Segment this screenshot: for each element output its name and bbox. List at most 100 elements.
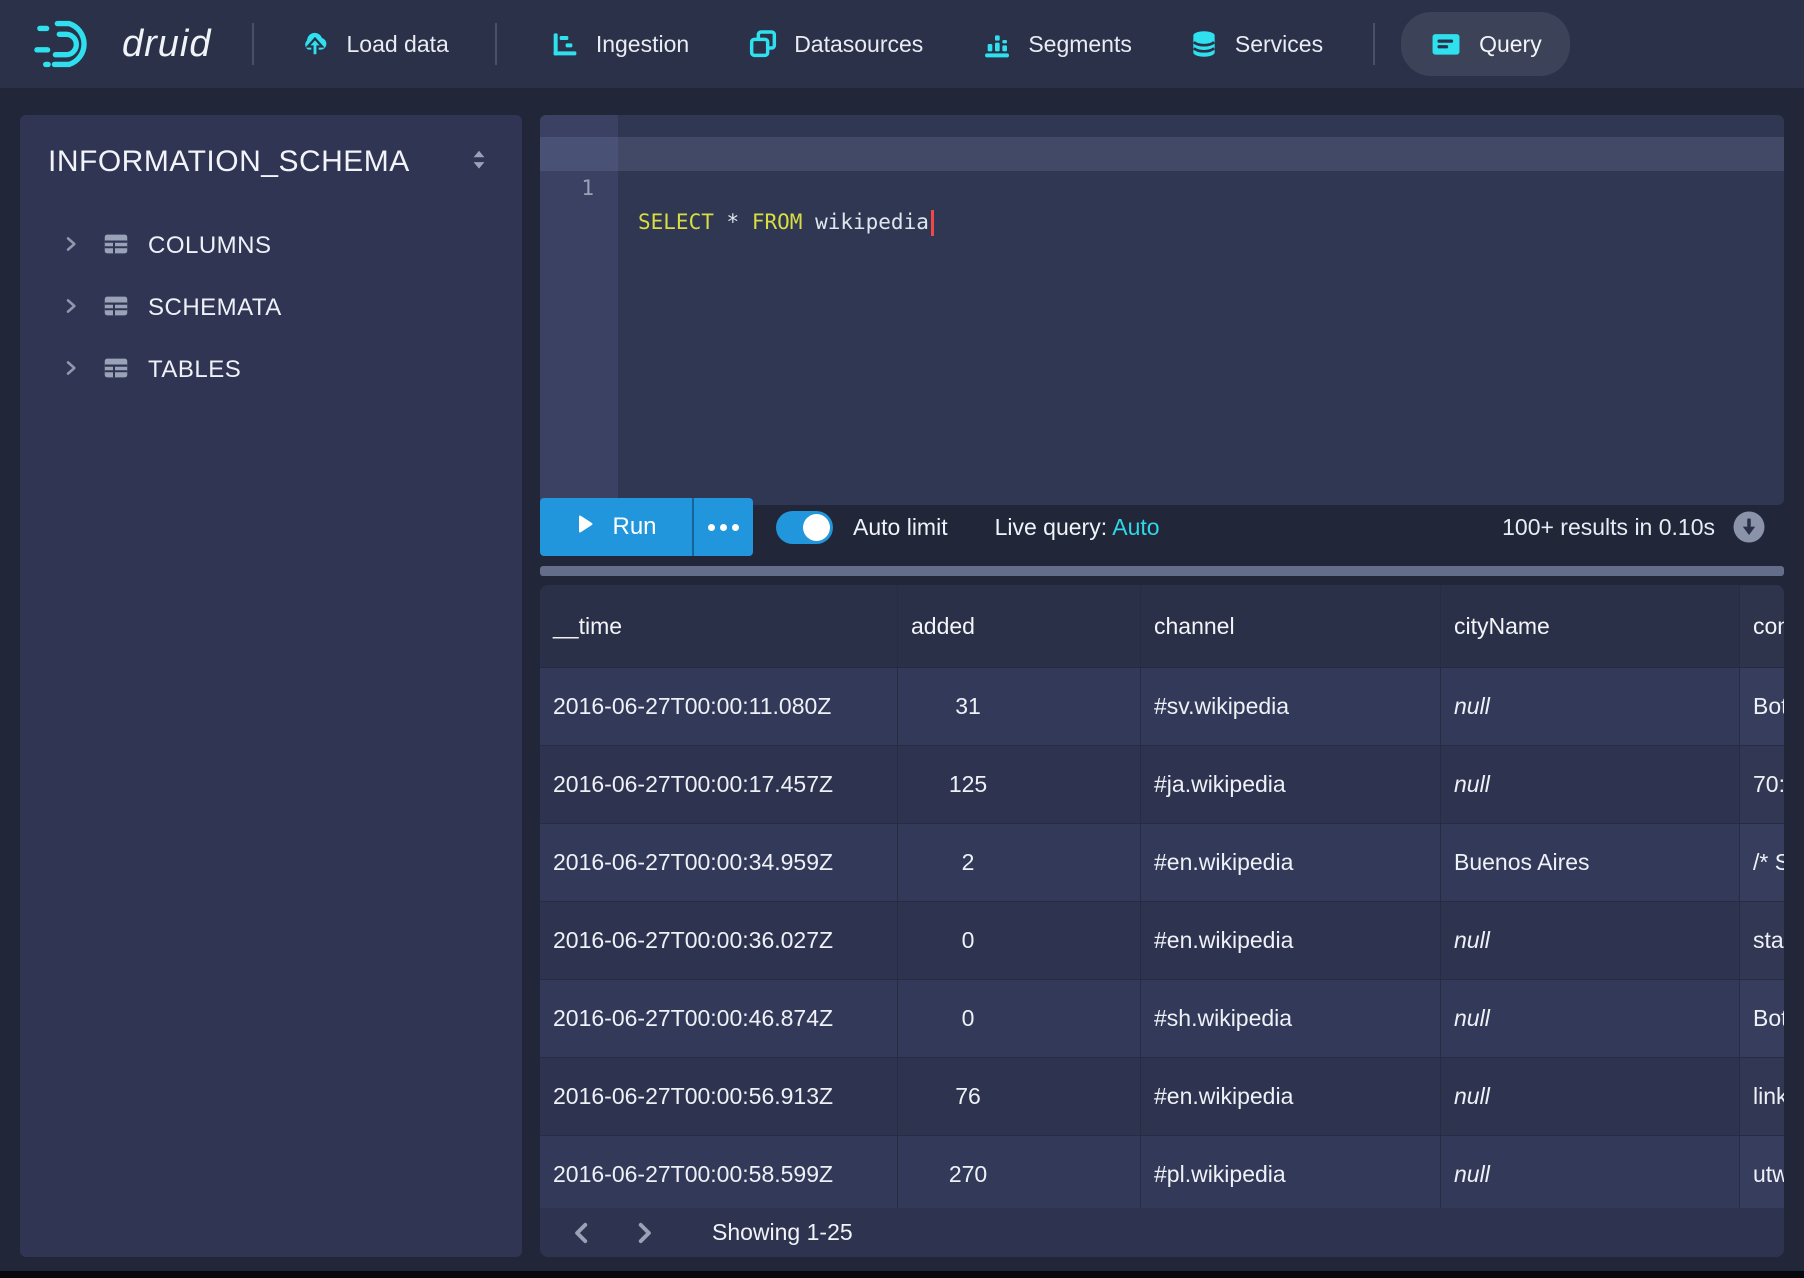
cell-cityname[interactable]: null <box>1441 746 1740 823</box>
nav-item-load-data[interactable]: Load data <box>298 27 449 61</box>
column-header-channel[interactable]: channel <box>1141 585 1441 667</box>
tree-item-label: SCHEMATA <box>148 294 282 322</box>
cell-comment[interactable]: Bot <box>1740 980 1784 1057</box>
table-icon <box>100 229 132 264</box>
column-header-comment[interactable]: comment <box>1740 585 1784 667</box>
cell-channel[interactable]: #ja.wikipedia <box>1141 746 1441 823</box>
cell-comment[interactable]: sta <box>1740 902 1784 979</box>
druid-logo[interactable]: druid <box>34 17 212 71</box>
chevron-right-icon <box>62 357 80 384</box>
table-icon <box>100 291 132 326</box>
cell-time[interactable]: 2016-06-27T00:00:36.027Z <box>540 902 898 979</box>
cell-added[interactable]: 0 <box>898 980 1141 1057</box>
cell-time[interactable]: 2016-06-27T00:00:11.080Z <box>540 668 898 745</box>
cell-cityname[interactable]: null <box>1441 902 1740 979</box>
druid-logo-icon <box>34 17 106 71</box>
tree-item-tables[interactable]: TABLES <box>20 339 522 401</box>
nav-item-ingestion[interactable]: Ingestion <box>549 28 689 60</box>
nav-item-label: Services <box>1235 31 1323 58</box>
cell-cityname[interactable]: null <box>1441 1058 1740 1135</box>
cell-comment[interactable]: utw <box>1740 1136 1784 1213</box>
auto-limit-toggle[interactable] <box>776 511 833 544</box>
cell-time[interactable]: 2016-06-27T00:00:17.457Z <box>540 746 898 823</box>
double-caret-vertical-icon[interactable] <box>466 146 492 179</box>
cell-added[interactable]: 31 <box>898 668 1141 745</box>
cell-comment[interactable]: Bot <box>1740 668 1784 745</box>
query-toolbar: Run Auto limit Live query: Auto 100+ res… <box>540 498 1784 556</box>
sql-star: * <box>727 210 740 234</box>
column-header-added[interactable]: added <box>898 585 1141 667</box>
sql-keyword: FROM <box>752 210 803 234</box>
schema-sidebar: INFORMATION_SCHEMA COLUMNS <box>20 115 522 1257</box>
cell-channel[interactable]: #en.wikipedia <box>1141 824 1441 901</box>
table-row: 2016-06-27T00:00:17.457Z 125 #ja.wikiped… <box>540 746 1784 824</box>
cell-channel[interactable]: #sv.wikipedia <box>1141 668 1441 745</box>
editor-line-1: 1 SELECT * FROM wikipedia <box>540 137 1784 171</box>
cell-comment[interactable]: link <box>1740 1058 1784 1135</box>
prev-page-button[interactable] <box>562 1213 602 1253</box>
tree-item-label: TABLES <box>148 356 241 384</box>
cell-time[interactable]: 2016-06-27T00:00:46.874Z <box>540 980 898 1057</box>
live-query-value[interactable]: Auto <box>1112 514 1159 540</box>
cell-added[interactable]: 76 <box>898 1058 1141 1135</box>
nav-divider <box>252 23 254 65</box>
cell-added[interactable]: 2 <box>898 824 1141 901</box>
cell-channel[interactable]: #en.wikipedia <box>1141 1058 1441 1135</box>
schema-selector[interactable]: INFORMATION_SCHEMA <box>20 115 522 189</box>
cell-cityname[interactable]: null <box>1441 980 1740 1057</box>
toggle-knob <box>803 514 830 541</box>
nav-item-label: Ingestion <box>596 31 689 58</box>
cell-channel[interactable]: #en.wikipedia <box>1141 902 1441 979</box>
nav-item-label: Datasources <box>794 31 923 58</box>
schema-title: INFORMATION_SCHEMA <box>48 145 410 179</box>
nav-divider <box>495 23 497 65</box>
run-more-button[interactable] <box>692 498 753 556</box>
nav-item-services[interactable]: Services <box>1188 28 1323 60</box>
chevron-right-icon <box>62 295 80 322</box>
pagination-status: Showing 1-25 <box>712 1219 853 1246</box>
cell-time[interactable]: 2016-06-27T00:00:58.599Z <box>540 1136 898 1213</box>
tree-item-columns[interactable]: COLUMNS <box>20 215 522 277</box>
auto-limit-label: Auto limit <box>853 514 948 541</box>
ellipsis-icon <box>708 524 715 531</box>
cell-time[interactable]: 2016-06-27T00:00:56.913Z <box>540 1058 898 1135</box>
download-results-button[interactable] <box>1732 510 1766 544</box>
cell-added[interactable]: 0 <box>898 902 1141 979</box>
cell-cityname[interactable]: null <box>1441 1136 1740 1213</box>
console-icon <box>1429 27 1463 61</box>
cell-cityname[interactable]: null <box>1441 668 1740 745</box>
chevron-right-icon <box>62 233 80 260</box>
nav-divider <box>1373 23 1375 65</box>
run-button-label: Run <box>612 513 656 541</box>
cell-time[interactable]: 2016-06-27T00:00:34.959Z <box>540 824 898 901</box>
cell-channel[interactable]: #sh.wikipedia <box>1141 980 1441 1057</box>
sql-editor[interactable]: 1 SELECT * FROM wikipedia <box>540 115 1784 505</box>
results-panel: __time added channel cityName comment 20… <box>540 585 1784 1257</box>
table-row: 2016-06-27T00:00:46.874Z 0 #sh.wikipedia… <box>540 980 1784 1058</box>
tree-item-label: COLUMNS <box>148 232 272 260</box>
cell-added[interactable]: 270 <box>898 1136 1141 1213</box>
nav-item-datasources[interactable]: Datasources <box>747 28 923 60</box>
stacked-squares-icon <box>747 28 779 60</box>
line-number: 1 <box>540 171 618 205</box>
nav-item-query[interactable]: Query <box>1401 12 1570 76</box>
table-row: 2016-06-27T00:00:34.959Z 2 #en.wikipedia… <box>540 824 1784 902</box>
cell-comment[interactable]: /* S <box>1740 824 1784 901</box>
gantt-chart-icon <box>549 28 581 60</box>
cell-added[interactable]: 125 <box>898 746 1141 823</box>
cell-cityname[interactable]: Buenos Aires <box>1441 824 1740 901</box>
tree-item-schemata[interactable]: SCHEMATA <box>20 277 522 339</box>
cell-channel[interactable]: #pl.wikipedia <box>1141 1136 1441 1213</box>
pane-splitter[interactable] <box>540 566 1784 576</box>
cell-comment[interactable]: 70: <box>1740 746 1784 823</box>
column-header-cityname[interactable]: cityName <box>1441 585 1740 667</box>
schema-tree: COLUMNS SCHEMATA <box>20 215 522 401</box>
run-button[interactable]: Run <box>540 498 692 556</box>
bar-chart-icon <box>981 28 1013 60</box>
next-page-button[interactable] <box>624 1213 664 1253</box>
column-header-time[interactable]: __time <box>540 585 898 667</box>
sql-identifier: wikipedia <box>815 210 929 234</box>
nav-item-segments[interactable]: Segments <box>981 28 1132 60</box>
text-cursor <box>931 210 934 236</box>
sql-keyword: SELECT <box>638 210 714 234</box>
